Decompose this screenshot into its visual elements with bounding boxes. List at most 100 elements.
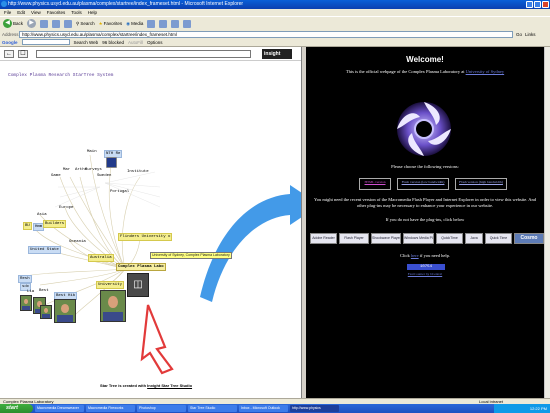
person-photo-4[interactable] [54,299,76,323]
address-bar: Address http://www.physics.usyd.edu.au/p… [0,30,550,38]
credit-text: Star Tree is created with [100,383,148,388]
windows-media-badge[interactable]: Windows Media Player [403,233,434,244]
forward-button[interactable]: ▶ [27,19,37,28]
node-flinders[interactable]: Flinders University o [118,233,173,241]
node-asia[interactable]: Asia [36,212,48,218]
flash-player-badge[interactable]: Flash Player [339,233,369,244]
node-tooltip: University of Sydney, Complex Plasma Lab… [150,252,232,259]
menu-favorites[interactable]: Favorites [47,9,66,16]
task-photoshop[interactable]: Photoshop [137,405,186,412]
help-text: Click here if you need help. [312,253,538,259]
menu-file[interactable]: File [4,9,11,16]
quicktime-badge[interactable]: QuickTime [436,233,463,244]
html-version-link[interactable]: HTML version [359,178,391,190]
google-logo[interactable]: Google [2,40,18,45]
home-button[interactable] [64,19,73,28]
menu-help[interactable]: Help [88,9,97,16]
quick-time-badge[interactable]: Quick Time [485,233,512,244]
inxight-link[interactable]: Inxight Star Tree Studio [147,383,192,388]
intro-text: This is the official webpage of the Comp… [312,69,538,75]
stop-button[interactable] [40,19,49,28]
startree-credit: Star Tree is created with Inxight Star T… [100,383,192,388]
task-fireworks[interactable]: Macromedia Fireworks [86,405,135,412]
node-game[interactable]: Game [50,173,62,179]
university-link[interactable]: University of Sydney [466,69,505,74]
help-suffix: if you need help. [418,253,450,258]
node-europe[interactable]: Europe [58,205,74,211]
search-web-button[interactable]: Search Web [74,40,99,45]
counter-caption[interactable]: FastCounter by bCentral [312,271,538,277]
institute-logo[interactable] [106,157,117,168]
flash-note: You might need the recent version of the… [313,197,537,208]
java-badge[interactable]: Java [465,233,483,244]
clock: 12:22 PM [529,406,547,411]
start-button[interactable]: start [0,404,33,413]
shockwave-player-badge[interactable]: Shockwave Player [371,233,401,244]
node-sweden[interactable]: Sweden [96,173,112,179]
node-complex-plasma-lab[interactable]: Complex Plasma Labo [116,263,166,271]
edit-button[interactable] [183,19,192,28]
search-icon: ⚲ [76,20,80,26]
print-button[interactable] [171,19,180,28]
mail-button[interactable] [159,19,168,28]
back-label: Back [13,21,24,26]
task-dreamweaver[interactable]: Macromedia Dreamweaver [35,405,84,412]
help-prefix: Click [400,253,411,258]
node-oceania[interactable]: Oceania [68,239,87,245]
minimize-button[interactable] [526,1,533,8]
vertical-scrollbar[interactable] [544,47,550,398]
node-best[interactable]: Best [38,288,50,294]
options-button[interactable]: Options [147,40,163,45]
menu-view[interactable]: View [31,9,41,16]
plasma-lab-logo[interactable]: ◫ [127,273,149,297]
node-university[interactable]: University [96,281,125,289]
window-title-bar: http://www.physics.usyd.edu.au/plasma/co… [0,0,550,9]
favorites-button[interactable]: ★ Favorites [99,21,123,27]
node-portugal[interactable]: Portugal [109,189,130,195]
person-photo-5[interactable] [100,290,126,322]
maximize-button[interactable] [534,1,541,8]
links-button[interactable]: Links [525,32,536,37]
browser-toolbar: ◀ Back ▶ ⚲ Search ★ Favorites ◉ Media [0,16,550,30]
menu-bar: File Edit View Favorites Tools Help [0,9,550,16]
node-main[interactable]: Main [86,149,98,155]
window-title: http://www.physics.usyd.edu.au/plasma/co… [8,1,244,7]
fastcounter-link[interactable]: FastCounter by bCentral [408,272,442,276]
autofill-button[interactable]: AutoFill [128,40,143,45]
welcome-frame: Welcome! This is the official webpage of… [306,47,544,398]
node-builder[interactable]: Builders [43,220,67,228]
address-label: Address [2,31,19,37]
history-button[interactable] [147,19,156,28]
menu-tools[interactable]: Tools [71,9,82,16]
node-bu[interactable]: BU [23,222,32,230]
cosmo-badge[interactable]: Cosmo [514,233,544,244]
go-button[interactable]: Go [516,32,522,37]
refresh-button[interactable] [52,19,61,28]
media-button[interactable]: ◉ Media [126,21,143,27]
counter-value: 10754 [419,265,432,269]
task-startree-studio[interactable]: Star Tree Studio [188,405,237,412]
back-button[interactable]: ◀ Back [3,19,23,28]
person-photo-3[interactable] [40,305,52,319]
node-australia[interactable]: Australia [88,254,114,262]
search-button[interactable]: ⚲ Search [76,21,95,27]
node-resh[interactable]: Resh [18,275,32,283]
popup-blocked-button[interactable]: 96 blocked [102,40,124,45]
red-pointer-arrow [140,304,174,375]
task-browser[interactable]: http://www.physics [290,405,339,412]
close-button[interactable] [542,1,549,8]
node-institute[interactable]: Institute [126,169,150,175]
address-input[interactable]: http://www.physics.usyd.edu.au/plasma/co… [19,30,513,38]
task-outlook[interactable]: Inbox - Microsoft Outlook [239,405,288,412]
blue-curved-arrow [200,185,301,302]
adobe-reader-badge[interactable]: Adobe Reader [310,233,337,244]
help-link[interactable]: here [411,253,419,258]
google-search-input[interactable] [21,39,70,45]
person-photo-1[interactable] [20,295,32,311]
flash-high-link[interactable]: Flash version (high bandwidth) [455,178,507,190]
choose-version-text: Please choose the following versions: [391,164,459,169]
node-mar[interactable]: Mar [62,167,71,173]
menu-edit[interactable]: Edit [17,9,25,16]
node-united-states[interactable]: United State [28,246,61,254]
flash-low-link[interactable]: Flash version (low bandwidth) [397,178,449,190]
